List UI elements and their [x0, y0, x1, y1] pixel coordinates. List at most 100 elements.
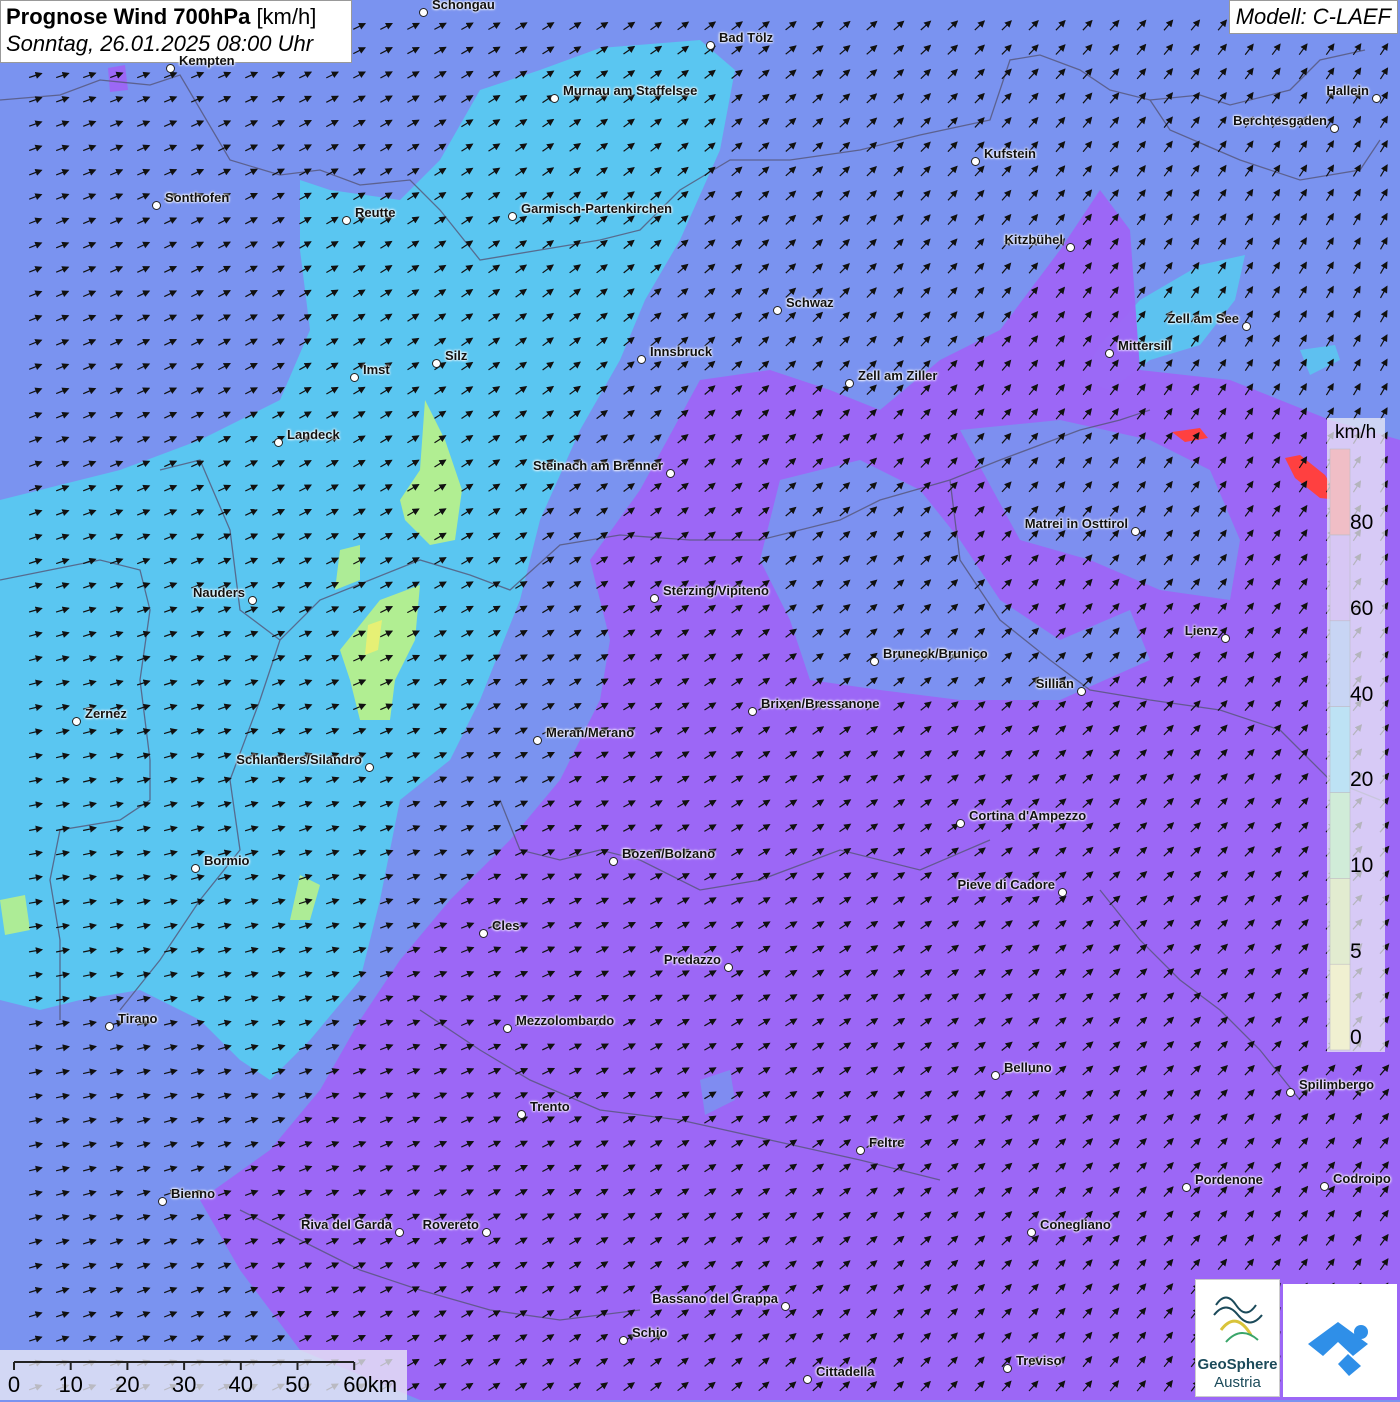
city-label: Imst	[363, 362, 390, 377]
city-label: Bormio	[204, 853, 250, 868]
scale-bar: 0 10 20 30 40 50 60km	[0, 1350, 407, 1400]
city-marker	[1372, 94, 1381, 103]
city-label: Codroipo	[1333, 1171, 1391, 1186]
model-label: Modell: C-LAEF	[1228, 0, 1398, 34]
city-marker	[550, 94, 559, 103]
scale-label: 30	[171, 1372, 197, 1397]
city-label: Schio	[632, 1325, 668, 1340]
city-marker	[191, 864, 200, 873]
city-marker	[1182, 1183, 1191, 1192]
city-label: Schwaz	[786, 295, 834, 310]
city-marker	[845, 379, 854, 388]
city-label: Conegliano	[1040, 1217, 1111, 1232]
city-label: Sonthofen	[165, 190, 230, 205]
city-label: Treviso	[1016, 1353, 1062, 1368]
city-marker	[666, 469, 675, 478]
city-label: Schlanders/Silandro	[236, 752, 362, 767]
city-marker	[637, 355, 646, 364]
partner-logo	[1283, 1284, 1397, 1397]
city-label: Cles	[492, 918, 520, 933]
city-label: Innsbruck	[650, 344, 713, 359]
title-box: Prognose Wind 700hPa [km/h] Sonntag, 26.…	[0, 0, 352, 63]
city-marker	[706, 41, 715, 50]
city-label: Kitzbühel	[1004, 232, 1064, 247]
city-marker	[274, 438, 283, 447]
geosphere-logo: GeoSphere Austria	[1195, 1279, 1280, 1397]
legend-tick-label: 40	[1350, 682, 1374, 706]
city-label: Brixen/Bressanone	[761, 696, 880, 711]
city-label: Reutte	[355, 205, 396, 220]
city-marker	[72, 717, 81, 726]
city-label: Schongau	[432, 0, 495, 12]
legend-tick-label: 10	[1350, 854, 1374, 878]
city-label: Feltre	[869, 1135, 905, 1150]
scale-label: 40	[228, 1372, 254, 1397]
city-marker	[1058, 888, 1067, 897]
city-label: Berchtesgaden	[1233, 113, 1327, 128]
legend-unit: km/h	[1335, 422, 1377, 443]
city-marker	[1003, 1364, 1012, 1373]
wind-zone-violet-2	[108, 65, 128, 92]
city-label: Mittersill	[1118, 338, 1172, 353]
partner-logo-icon	[1308, 1322, 1368, 1376]
city-marker	[432, 359, 441, 368]
city-marker	[748, 707, 757, 716]
city-marker	[166, 64, 175, 73]
city-label: Cittadella	[816, 1364, 875, 1379]
city-label: Bruneck/Brunico	[883, 646, 988, 661]
city-marker	[609, 857, 618, 866]
legend-tick-label: 80	[1350, 510, 1374, 534]
city-marker	[365, 763, 374, 772]
city-label: Riva del Garda	[300, 1217, 392, 1232]
city-label: Silz	[445, 348, 468, 363]
city-marker	[503, 1024, 512, 1033]
city-label: Sillian	[1035, 676, 1074, 691]
city-marker	[956, 819, 965, 828]
city-marker	[650, 594, 659, 603]
city-marker	[419, 8, 428, 17]
scale-label: 60km	[343, 1372, 398, 1397]
city-label: Steinach am Brenner	[532, 458, 663, 473]
scale-label: 10	[58, 1372, 83, 1397]
city-marker	[856, 1146, 865, 1155]
geosphere-name: GeoSphere	[1197, 1356, 1278, 1373]
city-marker	[870, 657, 879, 666]
geosphere-country: Austria	[1214, 1374, 1261, 1391]
city-label: Trento	[530, 1099, 570, 1114]
city-label: Murnau am Staffelsee	[563, 83, 698, 98]
city-label: Landeck	[287, 427, 340, 442]
city-label: Cortina d'Ampezzo	[969, 808, 1087, 823]
legend-tick-label: 5	[1350, 940, 1362, 964]
city-marker	[479, 929, 488, 938]
city-marker	[773, 306, 782, 315]
city-label: Bienno	[171, 1186, 216, 1201]
scale-label: 20	[115, 1372, 140, 1397]
city-marker	[1105, 349, 1114, 358]
city-marker	[158, 1197, 167, 1206]
forecast-datetime: Sonntag, 26.01.2025 08:00 Uhr	[6, 31, 314, 56]
city-marker	[152, 201, 161, 210]
legend-tick-label: 0	[1350, 1026, 1362, 1049]
city-marker	[619, 1336, 628, 1345]
city-marker	[1131, 527, 1140, 536]
city-label: Nauders	[192, 585, 245, 600]
city-label: Matrei in Osttirol	[1024, 516, 1128, 531]
city-label: Belluno	[1004, 1060, 1052, 1075]
city-marker	[350, 373, 359, 382]
geosphere-emblem-icon	[1213, 1296, 1263, 1343]
city-label: Kempten	[179, 53, 235, 68]
city-marker	[1221, 634, 1230, 643]
city-label: Garmisch-Partenkirchen	[521, 201, 673, 216]
city-label: Bad Tölz	[719, 30, 774, 45]
city-label: Zell am Ziller	[858, 368, 938, 383]
legend-tick-label: 60	[1350, 596, 1374, 620]
city-label: Kufstein	[984, 146, 1036, 161]
city-marker	[724, 963, 733, 972]
map-title: Prognose Wind 700hPa [km/h]	[6, 4, 317, 29]
city-marker	[991, 1071, 1000, 1080]
city-marker	[517, 1110, 526, 1119]
city-marker	[803, 1375, 812, 1384]
city-marker	[533, 736, 542, 745]
wind-zone-green-5	[0, 895, 30, 935]
city-marker	[342, 216, 351, 225]
